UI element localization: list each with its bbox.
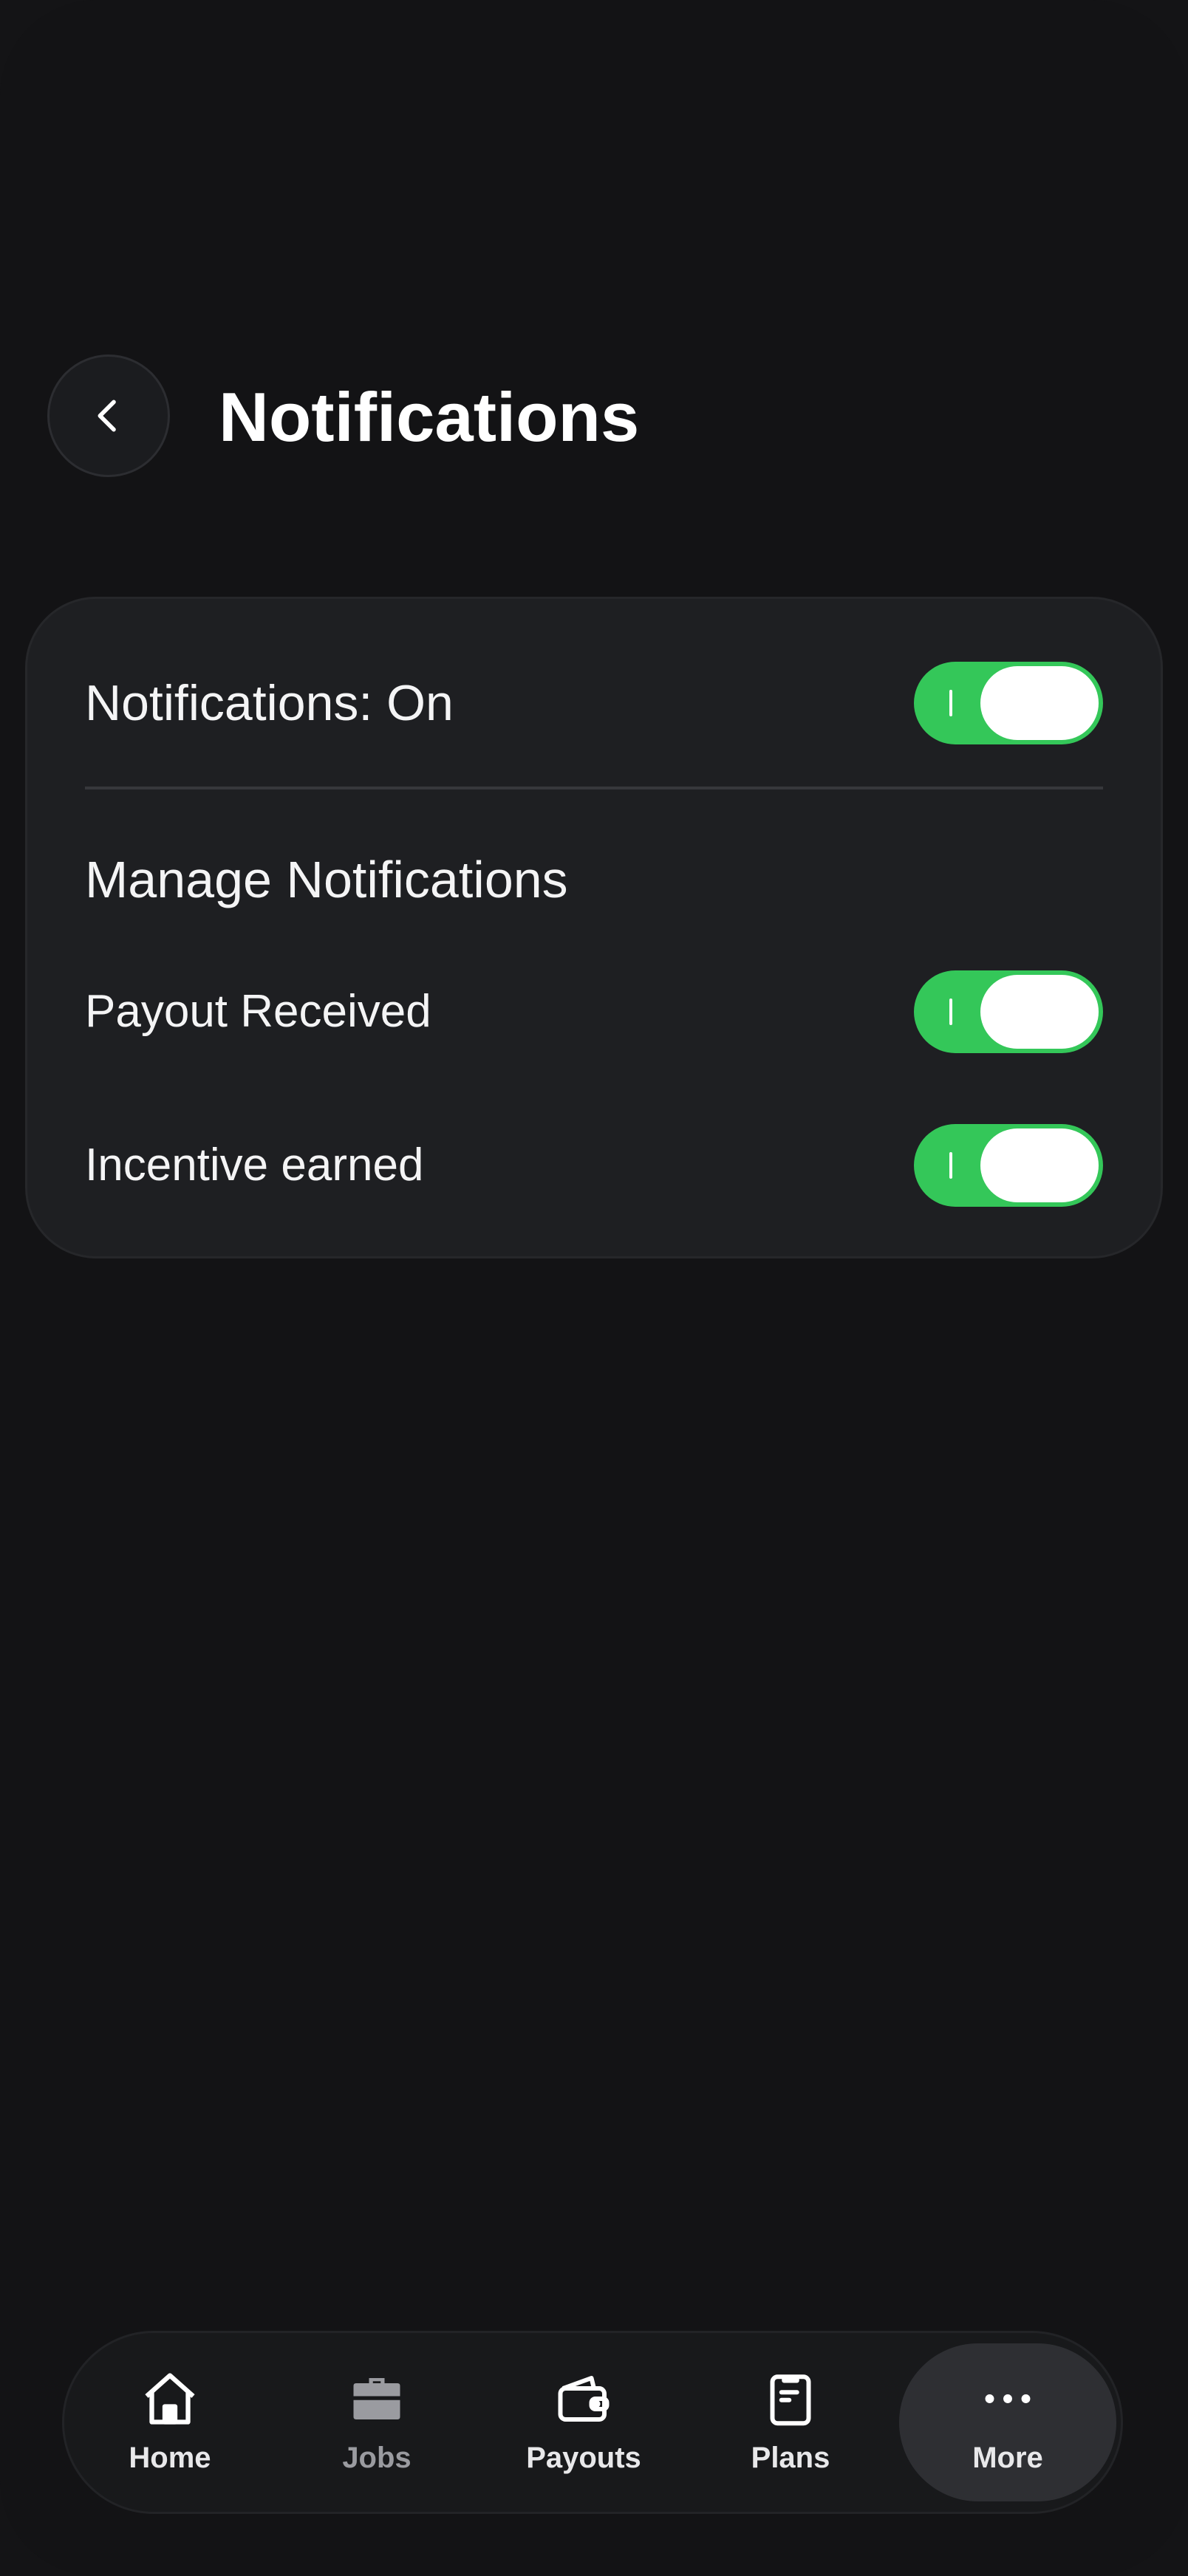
tab-home-label: Home (129, 2442, 211, 2474)
toggle-knob (980, 1128, 1099, 1202)
master-notifications-row: Notifications: On (85, 662, 1103, 744)
home-icon (145, 2373, 195, 2425)
toggle-on-mark (949, 1152, 952, 1179)
tab-plans-label: Plans (751, 2442, 830, 2474)
tab-jobs[interactable]: Jobs (273, 2333, 480, 2512)
notifications-screen: Notifications Notifications: On Manage N… (0, 0, 1188, 2576)
tab-payouts[interactable]: Payouts (480, 2333, 687, 2512)
toggle-knob (980, 975, 1099, 1049)
clipboard-icon (770, 2374, 811, 2426)
tab-payouts-label: Payouts (526, 2442, 641, 2474)
more-dots-icon (985, 2394, 1031, 2403)
toggle-on-mark (949, 998, 952, 1025)
tab-home[interactable]: Home (66, 2333, 273, 2512)
tab-more-label: More (972, 2442, 1043, 2474)
briefcase-icon (353, 2378, 400, 2419)
manage-notifications-heading: Manage Notifications (85, 851, 568, 908)
tab-jobs-label: Jobs (342, 2442, 412, 2474)
master-notifications-toggle[interactable] (914, 662, 1103, 744)
toggle-knob (980, 666, 1099, 740)
payout-received-row: Payout Received (85, 970, 1103, 1053)
payout-received-label: Payout Received (85, 986, 431, 1037)
master-notifications-label: Notifications: On (85, 675, 454, 731)
page-title: Notifications (219, 378, 640, 456)
toggle-on-mark (949, 690, 952, 716)
wallet-icon (558, 2376, 610, 2422)
tab-plans[interactable]: Plans (687, 2333, 894, 2512)
bottom-tab-bar: Home Jobs Payouts Plans More (62, 2331, 1123, 2514)
chevron-left-icon (98, 400, 116, 432)
notifications-card: Notifications: On Manage Notifications P… (25, 597, 1163, 1258)
back-button[interactable] (47, 354, 170, 477)
tab-more[interactable]: More (899, 2343, 1116, 2501)
incentive-earned-toggle[interactable] (914, 1124, 1103, 1207)
divider (85, 787, 1103, 789)
payout-received-toggle[interactable] (914, 970, 1103, 1053)
incentive-earned-row: Incentive earned (85, 1124, 1103, 1207)
incentive-earned-label: Incentive earned (85, 1140, 424, 1191)
